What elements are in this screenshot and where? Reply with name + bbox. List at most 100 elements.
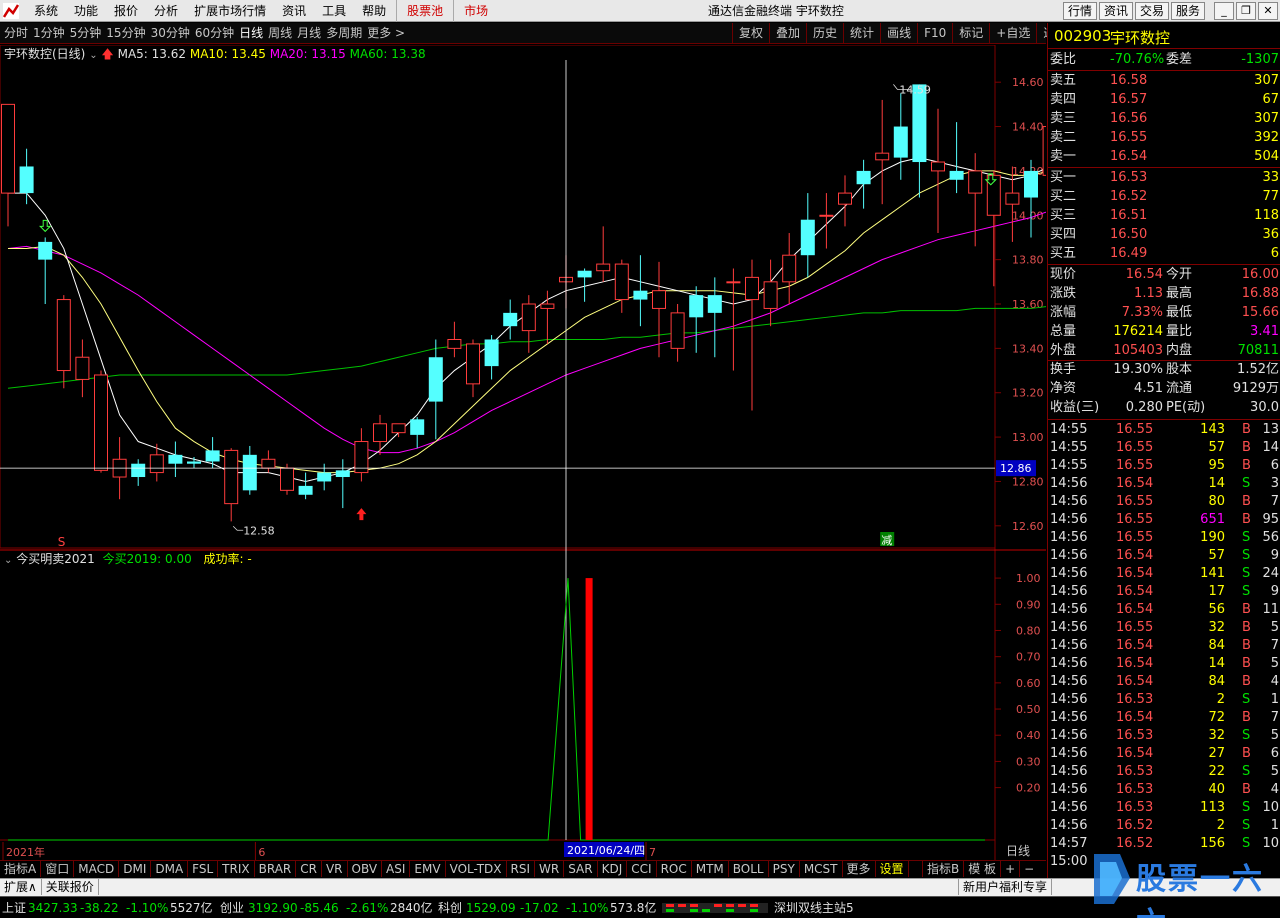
candle[interactable] <box>670 304 685 362</box>
ext-item-0[interactable]: 扩展∧ <box>0 879 42 895</box>
indicator-tab-21[interactable]: BOLL <box>729 861 769 877</box>
indicator-tab-9[interactable]: VR <box>322 861 348 877</box>
buy-level-5[interactable]: 买五 16.49 6 <box>1048 245 1280 263</box>
indicator-tab-22[interactable]: PSY <box>769 861 800 877</box>
candle[interactable] <box>707 277 722 358</box>
candle[interactable] <box>986 170 1001 287</box>
candle[interactable] <box>187 457 201 469</box>
sell-level-4[interactable]: 卖四 16.57 67 <box>1048 91 1280 109</box>
candle[interactable] <box>893 93 908 180</box>
candle[interactable] <box>131 459 146 486</box>
tick-row[interactable]: 14:56 16.54 84 B 4 <box>1048 673 1280 691</box>
tick-row[interactable]: 14:56 16.55 80 B 7 <box>1048 493 1280 511</box>
candle[interactable] <box>745 259 759 411</box>
tool-button-2[interactable]: 历史 <box>806 23 843 43</box>
period-tab-10[interactable]: 更多 > <box>367 23 410 43</box>
indicator-tab-16[interactable]: SAR <box>564 861 598 877</box>
tick-row[interactable]: 14:56 16.54 57 S 9 <box>1048 547 1280 565</box>
candle[interactable] <box>224 448 239 522</box>
indicator-tab-10[interactable]: OBV <box>348 861 383 877</box>
menu-item-0[interactable]: 系统 <box>26 0 66 22</box>
top-tab-1[interactable]: 资讯 <box>1099 2 1134 20</box>
tool-button-5[interactable]: F10 <box>917 23 952 43</box>
candle[interactable] <box>949 122 964 194</box>
indicator-tab-11[interactable]: ASI <box>382 861 411 877</box>
cy-index-name[interactable]: 创业 <box>220 897 244 918</box>
menu-item-7[interactable]: 帮助 <box>354 0 394 22</box>
indicator-tab-14[interactable]: RSI <box>507 861 536 877</box>
tick-row[interactable]: 14:56 16.53 2 S 1 <box>1048 691 1280 709</box>
candle[interactable] <box>503 299 518 340</box>
candle[interactable] <box>447 321 462 358</box>
candle[interactable] <box>354 428 369 482</box>
indicator-tab-23[interactable]: MCST <box>800 861 843 877</box>
candle[interactable] <box>912 84 927 198</box>
menu-item-red-0[interactable]: 股票池 <box>399 0 451 22</box>
candle[interactable] <box>428 339 443 440</box>
tick-row[interactable]: 14:55 16.55 57 B 14 <box>1048 439 1280 457</box>
kc-index-name[interactable]: 科创 <box>438 897 462 918</box>
period-tab-7[interactable]: 周线 <box>268 23 297 43</box>
sell-level-2[interactable]: 卖二 16.55 392 <box>1048 129 1280 147</box>
tick-row[interactable]: 14:56 16.52 2 S 1 <box>1048 817 1280 835</box>
period-tab-3[interactable]: 15分钟 <box>106 23 150 43</box>
close-icon[interactable]: ✕ <box>1258 2 1278 20</box>
candle[interactable] <box>391 423 406 438</box>
indicator-right-2[interactable]: + <box>1000 861 1019 877</box>
buy-level-4[interactable]: 买四 16.50 36 <box>1048 226 1280 244</box>
tick-row[interactable]: 14:56 16.53 113 S 10 <box>1048 799 1280 817</box>
tick-row[interactable]: 14:56 16.54 72 B 7 <box>1048 709 1280 727</box>
candle[interactable] <box>298 472 313 500</box>
period-tab-2[interactable]: 5分钟 <box>70 23 107 43</box>
menu-item-5[interactable]: 资讯 <box>274 0 314 22</box>
candle[interactable] <box>540 290 555 344</box>
sh-index-name[interactable]: 上证 <box>2 897 26 918</box>
period-tab-6[interactable]: 日线 <box>239 23 268 43</box>
buy-level-3[interactable]: 买三 16.51 118 <box>1048 207 1280 225</box>
tick-row[interactable]: 14:56 16.54 17 S 9 <box>1048 583 1280 601</box>
candle[interactable] <box>484 335 499 380</box>
tick-row[interactable]: 14:56 16.53 32 S 5 <box>1048 727 1280 745</box>
tool-button-4[interactable]: 画线 <box>880 23 917 43</box>
indicator-tab-25[interactable]: 设置 <box>876 861 909 877</box>
candle[interactable] <box>838 175 852 227</box>
candle[interactable] <box>800 193 815 278</box>
candle[interactable] <box>596 226 611 282</box>
server-name[interactable]: 深圳双线主站5 <box>774 897 854 918</box>
tick-row[interactable]: 14:56 16.53 22 S 5 <box>1048 763 1280 781</box>
candle[interactable] <box>94 370 108 473</box>
candle[interactable] <box>633 255 648 327</box>
candle[interactable] <box>335 459 350 509</box>
indicator-tab-8[interactable]: CR <box>296 861 322 877</box>
new-user-benefit-link[interactable]: 新用户福利专享 <box>958 879 1053 895</box>
candle[interactable] <box>205 437 220 469</box>
tick-row[interactable]: 14:56 16.55 190 S 56 <box>1048 529 1280 547</box>
candle[interactable] <box>168 441 183 478</box>
indicator-tab-20[interactable]: MTM <box>692 861 729 877</box>
tick-row[interactable]: 14:56 16.55 32 B 5 <box>1048 619 1280 637</box>
tick-row[interactable]: 14:56 16.54 14 S 3 <box>1048 475 1280 493</box>
tool-button-1[interactable]: 叠加 <box>769 23 806 43</box>
indicator-tab-6[interactable]: TRIX <box>218 861 255 877</box>
indicator-right-0[interactable]: 指标B <box>922 861 963 877</box>
indicator-tab-3[interactable]: DMI <box>119 861 152 877</box>
minimize-icon[interactable]: _ <box>1214 2 1234 20</box>
top-tab-3[interactable]: 服务 <box>1171 2 1206 20</box>
menu-item-red-1[interactable]: 市场 <box>456 0 496 22</box>
candle[interactable] <box>1 103 15 227</box>
tick-row[interactable]: 14:55 16.55 95 B 6 <box>1048 457 1280 475</box>
indicator-tab-17[interactable]: KDJ <box>598 861 628 877</box>
tool-button-0[interactable]: 复权 <box>732 23 769 43</box>
candle[interactable] <box>317 463 332 491</box>
menu-item-3[interactable]: 分析 <box>146 0 186 22</box>
indicator-tab-0[interactable]: 指标A <box>0 861 42 877</box>
indicator-tab-19[interactable]: ROC <box>657 861 692 877</box>
menu-item-6[interactable]: 工具 <box>314 0 354 22</box>
indicator-tab-2[interactable]: MACD <box>74 861 120 877</box>
candle[interactable] <box>782 233 797 304</box>
candle[interactable] <box>373 414 387 455</box>
indicator-tab-13[interactable]: VOL-TDX <box>446 861 507 877</box>
candle[interactable] <box>75 339 90 398</box>
buy-level-2[interactable]: 买二 16.52 77 <box>1048 188 1280 206</box>
chevron-down-icon[interactable]: ⌄ <box>4 555 12 566</box>
